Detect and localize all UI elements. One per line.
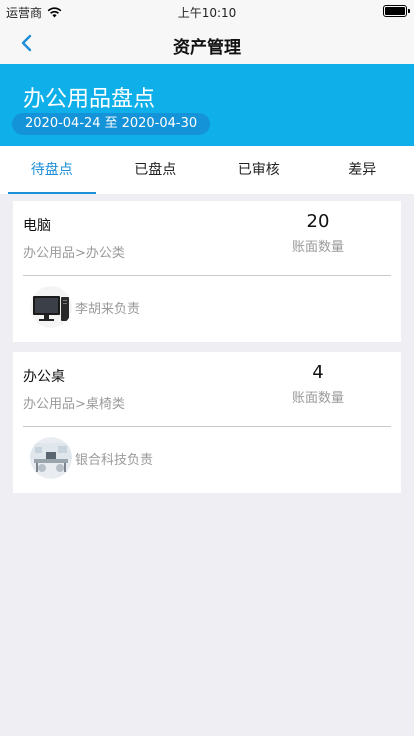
battery-icon [383,5,410,17]
tab-reviewed[interactable]: 已审核 [207,146,311,194]
asset-name: 电脑 [23,218,51,234]
asset-owner: 银合科技负责 [75,453,154,468]
navigation-bar: 资产管理 [0,22,414,64]
start-date: 2020-04-24 [25,116,101,131]
inventory-title: 办公用品盘点 [23,87,156,112]
asset-name: 办公桌 [23,369,65,385]
book-quantity-value: 20 [306,211,330,232]
tab-discrepancy[interactable]: 差异 [311,146,414,194]
desktop-computer-icon [30,286,72,328]
divider [23,275,391,276]
asset-card[interactable]: 办公桌 办公用品>桌椅类 4 账面数量 银合科技负责 [13,352,401,493]
tab-pending[interactable]: 待盘点 [0,146,104,194]
asset-category: 办公用品>桌椅类 [23,397,125,412]
office-room-icon [30,437,72,479]
date-separator: 至 [104,116,118,131]
date-range-badge: 2020-04-24 至 2020-04-30 [12,113,211,135]
asset-owner: 李胡来负责 [75,302,141,317]
inventory-banner: 办公用品盘点 2020-04-24 至 2020-04-30 [0,64,414,146]
tab-counted[interactable]: 已盘点 [104,146,208,194]
end-date: 2020-04-30 [121,116,198,131]
asset-card[interactable]: 电脑 办公用品>办公类 20 账面数量 李胡来负责 [13,201,401,342]
status-tabs: 待盘点 已盘点 已审核 差异 [0,146,414,194]
divider [23,426,391,427]
page-title: 资产管理 [173,38,241,58]
status-bar: 运营商 上午10:10 [0,0,414,22]
book-quantity-value: 4 [312,362,324,383]
status-time: 上午10:10 [177,6,237,20]
book-quantity-label: 账面数量 [291,240,344,255]
book-quantity-label: 账面数量 [291,391,344,406]
asset-category: 办公用品>办公类 [23,246,125,261]
